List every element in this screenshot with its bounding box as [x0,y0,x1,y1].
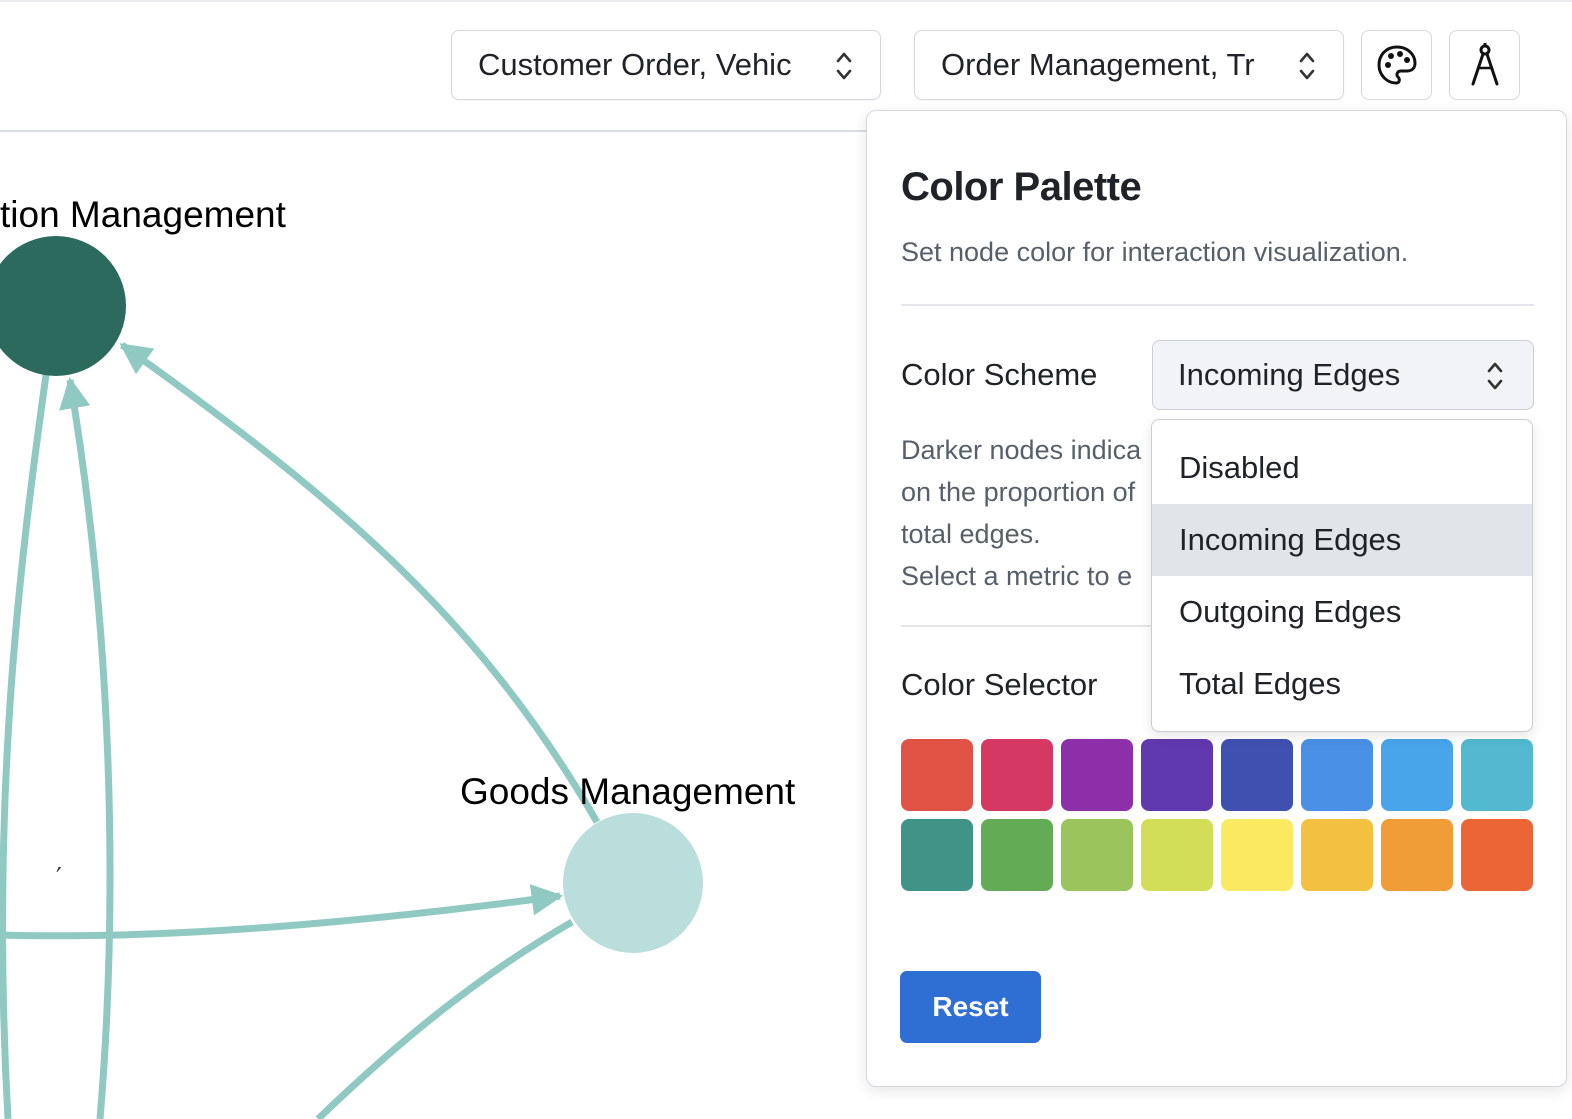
compass-icon [1471,43,1498,86]
color-swatch[interactable] [981,739,1053,811]
color-swatch-grid [901,739,1534,891]
divider [901,304,1534,306]
reset-button[interactable]: Reset [900,971,1041,1043]
color-swatch[interactable] [1461,739,1533,811]
color-swatch[interactable] [1061,819,1133,891]
graph-edge [315,918,574,1119]
color-scheme-label: Color Scheme [901,357,1098,392]
dropdown-option-total-edges[interactable]: Total Edges [1152,648,1532,720]
color-swatch[interactable] [1301,819,1373,891]
color-selector-label: Color Selector [901,667,1098,702]
color-scheme-dropdown: Disabled Incoming Edges Outgoing Edges T… [1151,419,1533,732]
color-swatch[interactable] [1221,739,1293,811]
color-swatch[interactable] [1141,819,1213,891]
node-label-transaction-management: tion Management [0,194,286,235]
dropdown-option-outgoing-edges[interactable]: Outgoing Edges [1152,576,1532,648]
panel-title: Color Palette [901,165,1142,209]
color-swatch[interactable] [901,819,973,891]
dropdown-option-incoming-edges[interactable]: Incoming Edges [1152,504,1532,576]
graph-edge [59,376,114,1119]
color-scheme-value: Incoming Edges [1178,357,1401,392]
color-swatch[interactable] [1381,739,1453,811]
graph-node-transaction-management[interactable] [0,236,126,376]
stray-mark: ′ [56,863,62,893]
target-select[interactable]: Order Management, Tr [914,30,1344,100]
source-select-value: Customer Order, Vehic [478,47,792,82]
graph-edge [0,374,50,1119]
color-swatch[interactable] [981,819,1053,891]
dropdown-option-disabled[interactable]: Disabled [1152,432,1532,504]
panel-description: Set node color for interaction visualiza… [901,237,1409,267]
palette-icon [1377,45,1416,85]
source-select[interactable]: Customer Order, Vehic [451,30,881,100]
color-swatch[interactable] [1061,739,1133,811]
help-line: total edges. [901,519,1041,549]
color-swatch[interactable] [1141,739,1213,811]
node-label-goods-management: Goods Management [460,771,796,812]
chevron-updown-icon [836,52,852,80]
target-select-value: Order Management, Tr [941,47,1255,82]
color-scheme-help: Darker nodes indica on the proportion of… [901,429,1161,597]
graph-node-goods-management[interactable] [563,813,703,953]
help-line: Select a metric to e [901,561,1133,591]
chevron-updown-icon [1299,52,1315,80]
chevron-updown-icon [1487,362,1503,390]
color-swatch[interactable] [1461,819,1533,891]
color-swatch[interactable] [1381,819,1453,891]
palette-button[interactable] [1361,30,1432,100]
graph-edge [119,342,601,824]
help-line: on the proportion of [901,477,1136,507]
graph-edge [0,884,564,940]
graph-panel-border [0,130,880,132]
color-scheme-select[interactable]: Incoming Edges [1152,340,1534,410]
color-swatch[interactable] [1301,739,1373,811]
layout-button[interactable] [1449,30,1520,100]
divider [901,625,1161,627]
color-swatch[interactable] [901,739,973,811]
color-swatch[interactable] [1221,819,1293,891]
help-line: Darker nodes indica [901,435,1142,465]
